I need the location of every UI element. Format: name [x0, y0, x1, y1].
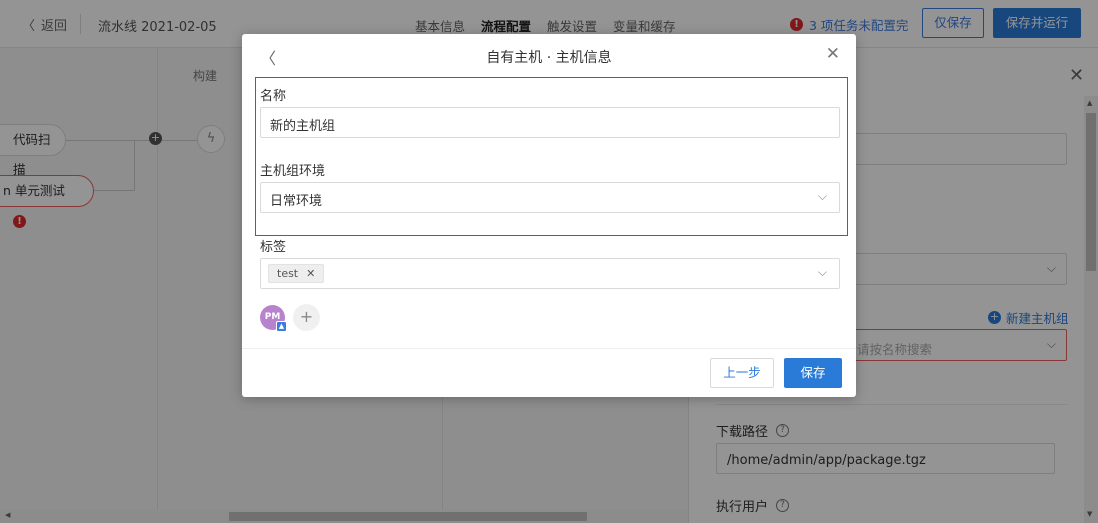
- env-value: 日常环境: [270, 194, 323, 209]
- footer-divider: [242, 348, 856, 349]
- chevron-down-icon: ⌵: [817, 189, 827, 203]
- close-icon[interactable]: ✕: [826, 44, 840, 64]
- name-value: 新的主机组: [270, 119, 336, 134]
- host-info-dialog: 〈 自有主机 · 主机信息 ✕ 名称 新的主机组 主机组环境 日常环境 ⌵ 标签 …: [242, 34, 856, 397]
- person-badge-icon: ▲: [276, 321, 287, 332]
- name-input[interactable]: 新的主机组: [260, 107, 840, 138]
- tag-text: test: [277, 267, 299, 280]
- tag-chip: test ✕: [268, 264, 325, 283]
- env-label: 主机组环境: [260, 164, 326, 179]
- save-button[interactable]: 保存: [784, 358, 842, 388]
- remove-tag-icon[interactable]: ✕: [306, 267, 315, 280]
- chevron-down-icon: ⌵: [817, 265, 827, 279]
- previous-step-button[interactable]: 上一步: [710, 358, 774, 388]
- dialog-title: 自有主机 · 主机信息: [486, 50, 612, 66]
- tags-label: 标签: [260, 240, 287, 255]
- tags-select[interactable]: test ✕ ⌵: [260, 258, 840, 289]
- add-member-button[interactable]: +: [293, 304, 320, 331]
- name-label: 名称: [260, 89, 287, 104]
- env-select[interactable]: 日常环境 ⌵: [260, 182, 840, 213]
